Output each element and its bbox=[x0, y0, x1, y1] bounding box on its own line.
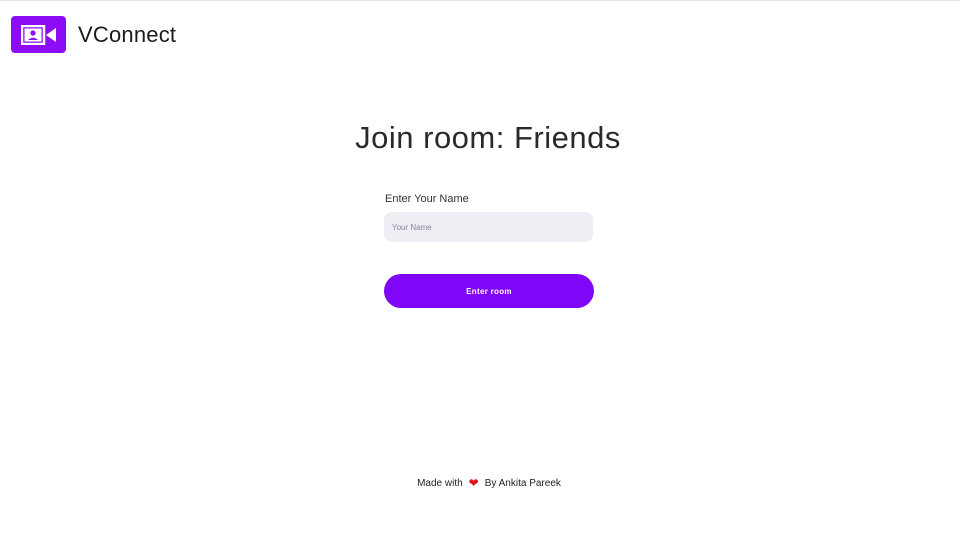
top-divider bbox=[0, 0, 960, 1]
video-camera-icon bbox=[11, 16, 66, 53]
enter-room-button[interactable]: Enter room bbox=[384, 274, 594, 308]
join-form: Enter Your Name Enter room bbox=[384, 193, 594, 308]
name-field-label: Enter Your Name bbox=[385, 193, 469, 205]
header: VConnect bbox=[11, 16, 176, 53]
name-input[interactable] bbox=[384, 212, 593, 242]
footer: Made with ❤ By Ankita Pareek bbox=[0, 476, 960, 490]
heart-icon: ❤ bbox=[468, 476, 479, 490]
page-title: Join room: Friends bbox=[355, 120, 621, 155]
footer-author: By Ankita Pareek bbox=[484, 478, 561, 489]
footer-prefix: Made with bbox=[417, 478, 463, 489]
brand-name: VConnect bbox=[78, 21, 177, 47]
